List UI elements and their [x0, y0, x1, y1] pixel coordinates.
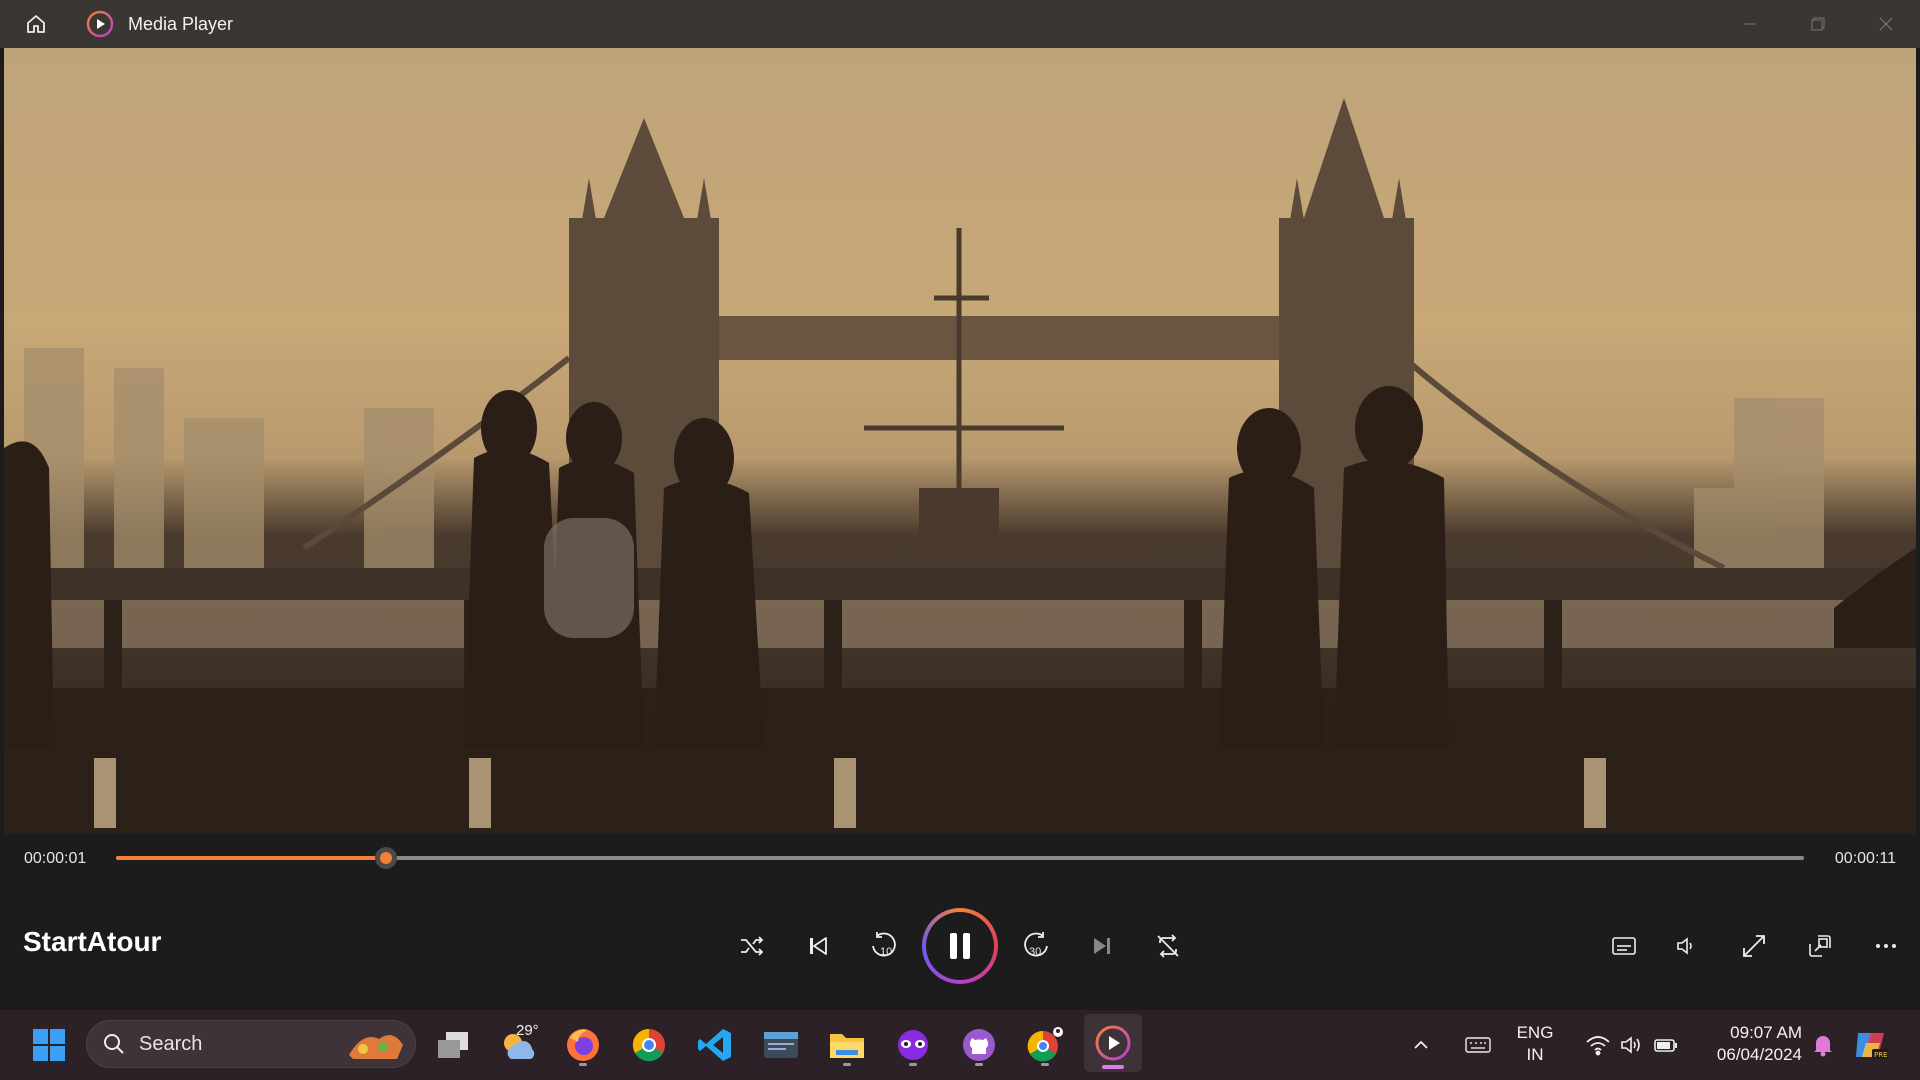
vscode-button[interactable] — [690, 1020, 740, 1070]
chrome-icon — [632, 1028, 665, 1062]
show-hidden-icons-button[interactable] — [1406, 1020, 1436, 1070]
keyboard-icon — [1465, 1037, 1491, 1053]
folder-icon — [830, 1034, 864, 1058]
running-indicator — [909, 1063, 917, 1066]
media-player-taskbar-button[interactable] — [1084, 1014, 1142, 1072]
next-icon — [1094, 938, 1110, 954]
chrome-profile-button[interactable] — [1020, 1020, 1070, 1070]
media-title: StartAtour — [23, 926, 162, 957]
shuffle-button[interactable] — [732, 928, 772, 964]
shuffle-icon — [741, 936, 764, 956]
wifi-icon — [1586, 1036, 1610, 1056]
search-icon — [104, 1034, 124, 1054]
terminal-button[interactable] — [756, 1020, 806, 1070]
pause-icon — [950, 933, 970, 959]
seek-progress — [116, 856, 387, 860]
copilot-icon: PRE — [1856, 1033, 1888, 1059]
fullscreen-icon — [1743, 935, 1765, 957]
close-button[interactable] — [1852, 0, 1920, 48]
window-title: Media Player — [128, 13, 234, 34]
search-placeholder: Search — [139, 1032, 203, 1055]
restore-button[interactable] — [1784, 0, 1852, 48]
volume-button[interactable] — [1666, 928, 1706, 964]
taskbar-search[interactable]: Search — [86, 1020, 416, 1068]
chrome-profile-icon — [1027, 1027, 1063, 1062]
chevron-up-icon — [1414, 1040, 1428, 1049]
title-bar: Media Player — [0, 0, 1920, 48]
chrome-button[interactable] — [624, 1020, 674, 1070]
tor-mask-button[interactable] — [888, 1020, 938, 1070]
current-time: 00:00:01 — [24, 850, 87, 867]
more-button[interactable] — [1866, 926, 1906, 966]
media-player-taskbar-icon — [1095, 1025, 1131, 1061]
forward-30-button[interactable]: 30 — [1016, 924, 1056, 968]
mini-player-button[interactable] — [1800, 926, 1840, 966]
github-desktop-button[interactable] — [954, 1020, 1004, 1070]
next-button[interactable] — [1082, 928, 1122, 964]
mini-player-icon — [1809, 935, 1831, 957]
battery-icon — [1654, 1039, 1677, 1052]
notifications-button[interactable] — [1806, 1020, 1840, 1070]
volume-icon — [1677, 937, 1692, 955]
clock-time: 09:07 AM — [1730, 1023, 1802, 1042]
github-icon — [963, 1029, 995, 1061]
captions-button[interactable] — [1604, 928, 1644, 964]
speaker-icon — [1621, 1036, 1640, 1054]
media-player-icon — [86, 10, 114, 38]
running-indicator — [843, 1063, 851, 1066]
touch-keyboard-button[interactable] — [1456, 1020, 1500, 1070]
language-code: ENG — [1516, 1023, 1554, 1042]
seek-bar[interactable] — [116, 847, 1804, 869]
fullscreen-button[interactable] — [1734, 926, 1774, 966]
running-indicator — [975, 1063, 983, 1066]
weather-temperature: 29° — [516, 1022, 539, 1039]
task-view-icon — [438, 1032, 468, 1058]
previous-button[interactable] — [798, 928, 838, 964]
clock-date: 06/04/2024 — [1716, 1045, 1802, 1064]
search-highlight-icon — [349, 1035, 403, 1059]
firefox-icon — [567, 1029, 599, 1061]
running-indicator — [579, 1063, 587, 1066]
bell-icon — [1814, 1036, 1832, 1057]
rewind-10-icon: 10 — [872, 932, 896, 958]
pause-button[interactable] — [922, 908, 998, 984]
video-scene-image — [4, 98, 1916, 834]
svg-text:10: 10 — [880, 946, 892, 958]
svg-text:PRE: PRE — [1874, 1051, 1888, 1059]
active-indicator — [1102, 1065, 1124, 1069]
svg-text:30: 30 — [1029, 946, 1041, 958]
home-icon — [27, 15, 45, 33]
task-view-button[interactable] — [428, 1020, 478, 1070]
terminal-icon — [764, 1032, 798, 1058]
forward-30-icon: 30 — [1024, 932, 1048, 958]
quick-settings-button[interactable] — [1572, 1020, 1692, 1070]
language-region: IN — [1526, 1045, 1544, 1064]
mask-icon — [898, 1030, 928, 1060]
minimize-icon — [1744, 23, 1756, 25]
captions-icon — [1612, 937, 1636, 955]
windows-start-button[interactable] — [24, 1020, 74, 1070]
copilot-button[interactable]: PRE — [1846, 1020, 1896, 1070]
more-icon — [1876, 944, 1896, 948]
repeat-off-icon — [1157, 934, 1179, 958]
windows-logo-icon — [33, 1029, 65, 1061]
repeat-button[interactable] — [1148, 928, 1188, 964]
total-time: 00:00:11 — [1834, 850, 1896, 867]
home-button[interactable] — [12, 0, 60, 48]
close-icon — [1879, 17, 1893, 31]
vscode-icon — [698, 1029, 731, 1061]
clock[interactable]: 09:07 AM 06/04/2024 — [1694, 1022, 1802, 1066]
restore-icon — [1811, 17, 1825, 31]
rewind-10-button[interactable]: 10 — [864, 924, 904, 968]
seek-thumb[interactable] — [375, 847, 398, 869]
file-explorer-button[interactable] — [822, 1020, 872, 1070]
video-frame[interactable] — [4, 48, 1916, 834]
minimize-button[interactable] — [1716, 0, 1784, 48]
previous-icon — [810, 937, 827, 955]
language-indicator[interactable]: ENG IN — [1508, 1022, 1562, 1066]
running-indicator — [1041, 1063, 1049, 1066]
firefox-button[interactable] — [558, 1020, 608, 1070]
